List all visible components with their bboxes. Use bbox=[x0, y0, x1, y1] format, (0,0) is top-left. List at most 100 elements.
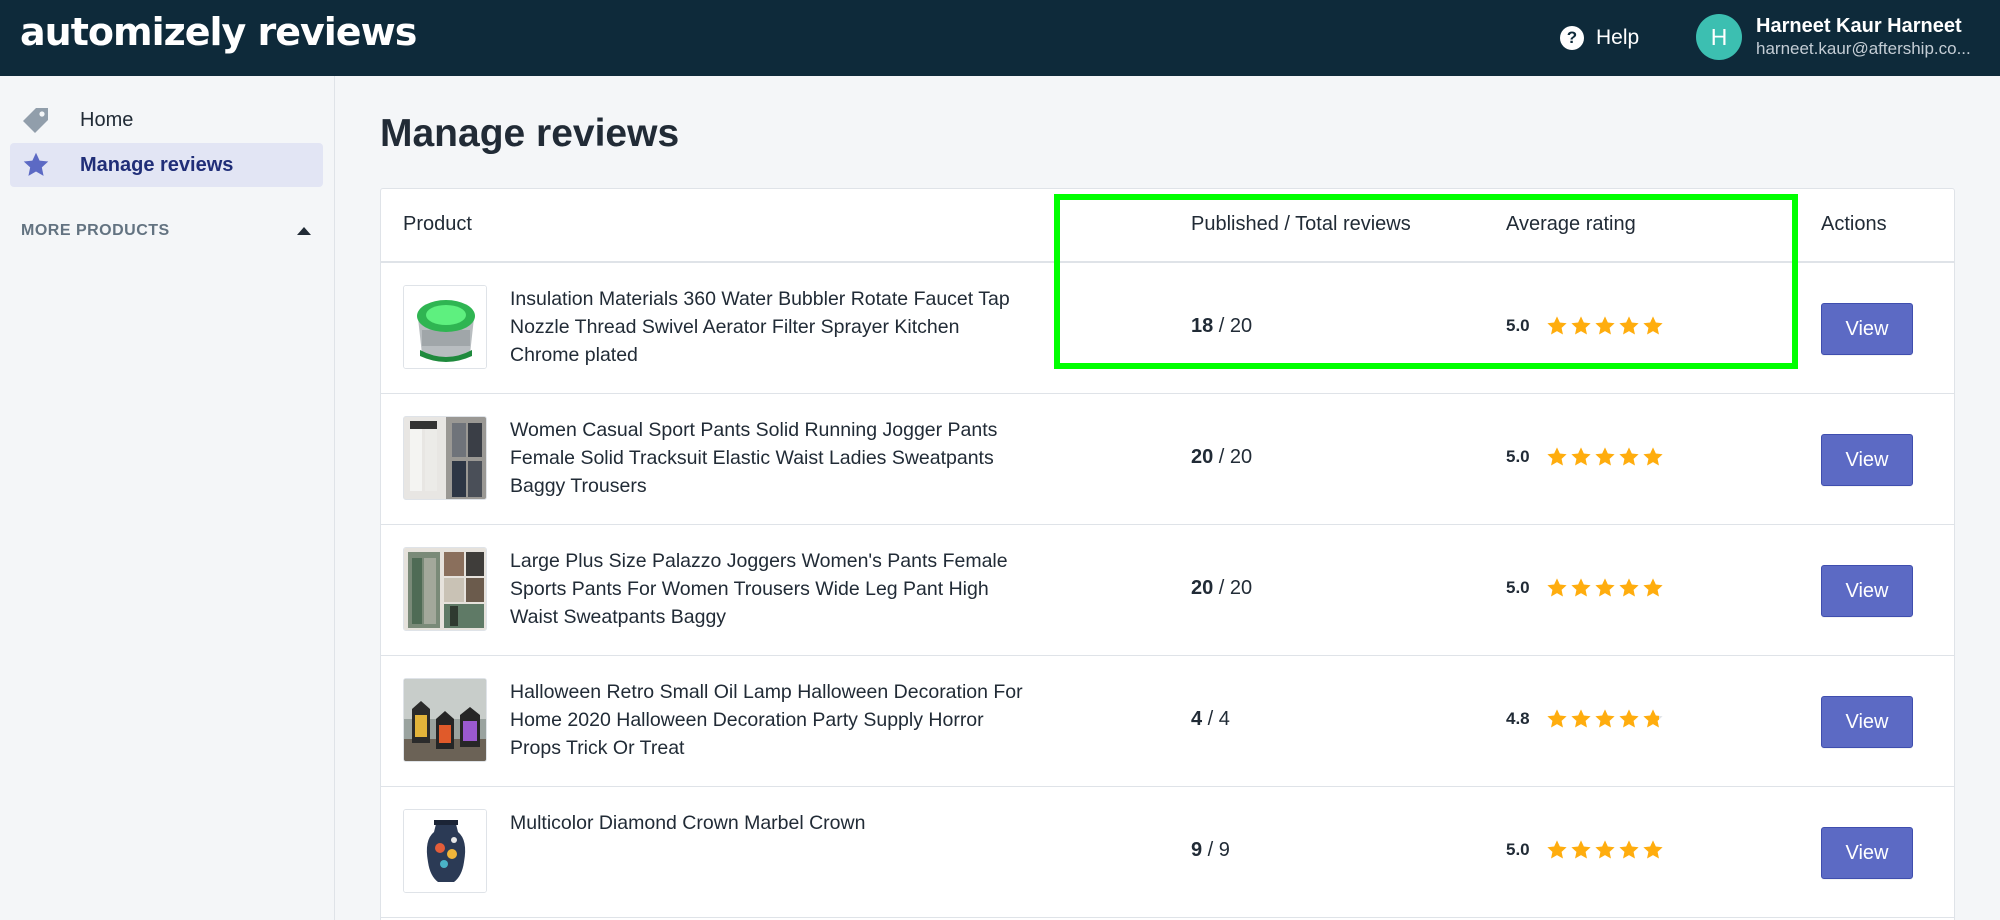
published-count: 4 bbox=[1191, 708, 1203, 730]
review-counts: 4 / 4 bbox=[1191, 708, 1230, 731]
count-separator: / bbox=[1213, 446, 1230, 468]
view-button[interactable]: View bbox=[1821, 565, 1913, 617]
sidebar: Home Manage reviews MORE PRODUCTS bbox=[0, 76, 335, 920]
star-icon bbox=[1547, 316, 1567, 335]
published-count: 20 bbox=[1191, 446, 1214, 468]
product-name[interactable]: Large Plus Size Palazzo Joggers Women's … bbox=[510, 547, 1030, 631]
total-count: 20 bbox=[1229, 577, 1253, 599]
view-button[interactable]: View bbox=[1821, 303, 1913, 355]
star-icon bbox=[1619, 578, 1639, 597]
star-icon bbox=[1595, 709, 1615, 728]
star-icon bbox=[1595, 447, 1615, 466]
user-email: harneet.kaur@aftership.co... bbox=[1756, 39, 1971, 58]
product-name[interactable]: Halloween Retro Small Oil Lamp Halloween… bbox=[510, 678, 1030, 762]
table-row: Women Casual Sport Pants Solid Running J… bbox=[381, 394, 1954, 525]
column-header-published: Published / Total reviews bbox=[1191, 213, 1411, 235]
product-name[interactable]: Multicolor Diamond Crown Marbel Crown bbox=[510, 809, 1030, 837]
star-icon bbox=[1643, 578, 1663, 597]
table-row: Multicolor Diamond Crown Marbel Crown 9 … bbox=[381, 787, 1954, 918]
product-thumbnail-crown-vase[interactable] bbox=[403, 809, 487, 893]
product-name[interactable]: Insulation Materials 360 Water Bubbler R… bbox=[510, 285, 1030, 369]
tag-icon bbox=[22, 106, 50, 134]
count-separator: / bbox=[1202, 839, 1219, 861]
published-count: 9 bbox=[1191, 839, 1203, 861]
review-counts: 20 / 20 bbox=[1191, 577, 1252, 600]
view-button[interactable]: View bbox=[1821, 827, 1913, 879]
app-logo[interactable]: automizely reviews bbox=[20, 10, 417, 54]
star-rating bbox=[1546, 315, 1664, 337]
avatar: H bbox=[1696, 14, 1742, 60]
rating-value: 5.0 bbox=[1506, 578, 1530, 597]
average-rating: 4.8 bbox=[1506, 708, 1664, 730]
star-icon bbox=[1643, 840, 1663, 859]
star-icon bbox=[1643, 316, 1663, 335]
page-title: Manage reviews bbox=[380, 112, 680, 155]
star-icon bbox=[1547, 840, 1567, 859]
star-rating bbox=[1546, 839, 1664, 861]
view-button[interactable]: View bbox=[1821, 434, 1913, 486]
count-separator: / bbox=[1213, 315, 1230, 337]
table-row: Large Plus Size Palazzo Joggers Women's … bbox=[381, 525, 1954, 656]
star-rating bbox=[1546, 577, 1664, 599]
column-header-rating: Average rating bbox=[1506, 213, 1636, 235]
published-count: 18 bbox=[1191, 315, 1214, 337]
star-icon bbox=[1643, 709, 1663, 728]
star-icon bbox=[1619, 447, 1639, 466]
product-name[interactable]: Women Casual Sport Pants Solid Running J… bbox=[510, 416, 1030, 500]
star-icon bbox=[1619, 316, 1639, 335]
star-icon bbox=[1571, 316, 1591, 335]
star-icon bbox=[1571, 709, 1591, 728]
more-products-label: MORE PRODUCTS bbox=[21, 222, 170, 239]
star-rating bbox=[1546, 708, 1664, 730]
total-count: 20 bbox=[1229, 446, 1253, 468]
sidebar-item-home[interactable]: Home bbox=[10, 98, 323, 142]
count-separator: / bbox=[1202, 708, 1219, 730]
star-icon bbox=[1571, 447, 1591, 466]
star-rating bbox=[1546, 446, 1664, 468]
column-header-product: Product bbox=[403, 213, 472, 235]
count-separator: / bbox=[1213, 577, 1230, 599]
reviews-table: Product Published / Total reviews Averag… bbox=[380, 188, 1955, 920]
star-icon bbox=[1547, 447, 1567, 466]
table-row: Halloween Retro Small Oil Lamp Halloween… bbox=[381, 656, 1954, 787]
total-count: 20 bbox=[1229, 315, 1253, 337]
star-icon bbox=[1547, 578, 1567, 597]
star-icon bbox=[22, 151, 50, 179]
total-count: 9 bbox=[1218, 839, 1230, 861]
column-header-actions: Actions bbox=[1821, 213, 1887, 235]
average-rating: 5.0 bbox=[1506, 446, 1664, 468]
help-label: Help bbox=[1596, 26, 1640, 49]
question-circle-icon: ? bbox=[1560, 26, 1584, 50]
table-header: Product Published / Total reviews Averag… bbox=[381, 189, 1954, 263]
total-count: 4 bbox=[1218, 708, 1230, 730]
product-thumbnail-jogger-pants[interactable] bbox=[403, 416, 487, 500]
star-icon bbox=[1595, 316, 1615, 335]
published-count: 20 bbox=[1191, 577, 1214, 599]
star-icon bbox=[1595, 840, 1615, 859]
view-button[interactable]: View bbox=[1821, 696, 1913, 748]
average-rating: 5.0 bbox=[1506, 577, 1664, 599]
product-thumbnail-palazzo-pants[interactable] bbox=[403, 547, 487, 631]
user-menu[interactable]: H Harneet Kaur Harneet harneet.kaur@afte… bbox=[1696, 14, 1982, 60]
star-icon bbox=[1571, 840, 1591, 859]
help-button[interactable]: ? Help bbox=[1560, 22, 1639, 54]
star-icon bbox=[1595, 578, 1615, 597]
review-counts: 9 / 9 bbox=[1191, 839, 1230, 862]
table-row: Insulation Materials 360 Water Bubbler R… bbox=[381, 263, 1954, 394]
review-counts: 18 / 20 bbox=[1191, 315, 1252, 338]
top-bar: automizely reviews ? Help H Harneet Kaur… bbox=[0, 0, 2000, 76]
star-icon bbox=[1643, 447, 1663, 466]
product-thumbnail-faucet[interactable] bbox=[403, 285, 487, 369]
average-rating: 5.0 bbox=[1506, 839, 1664, 861]
rating-value: 5.0 bbox=[1506, 447, 1530, 466]
rating-value: 4.8 bbox=[1506, 709, 1530, 728]
sidebar-item-label: Home bbox=[80, 108, 134, 131]
sidebar-item-label: Manage reviews bbox=[80, 153, 234, 176]
caret-up-icon bbox=[297, 227, 311, 235]
product-thumbnail-oil-lamps[interactable] bbox=[403, 678, 487, 762]
sidebar-item-manage-reviews[interactable]: Manage reviews bbox=[10, 143, 323, 187]
user-name: Harneet Kaur Harneet bbox=[1756, 15, 1962, 37]
more-products-toggle[interactable]: MORE PRODUCTS bbox=[21, 222, 311, 240]
star-icon bbox=[1547, 709, 1567, 728]
star-icon bbox=[1619, 709, 1639, 728]
